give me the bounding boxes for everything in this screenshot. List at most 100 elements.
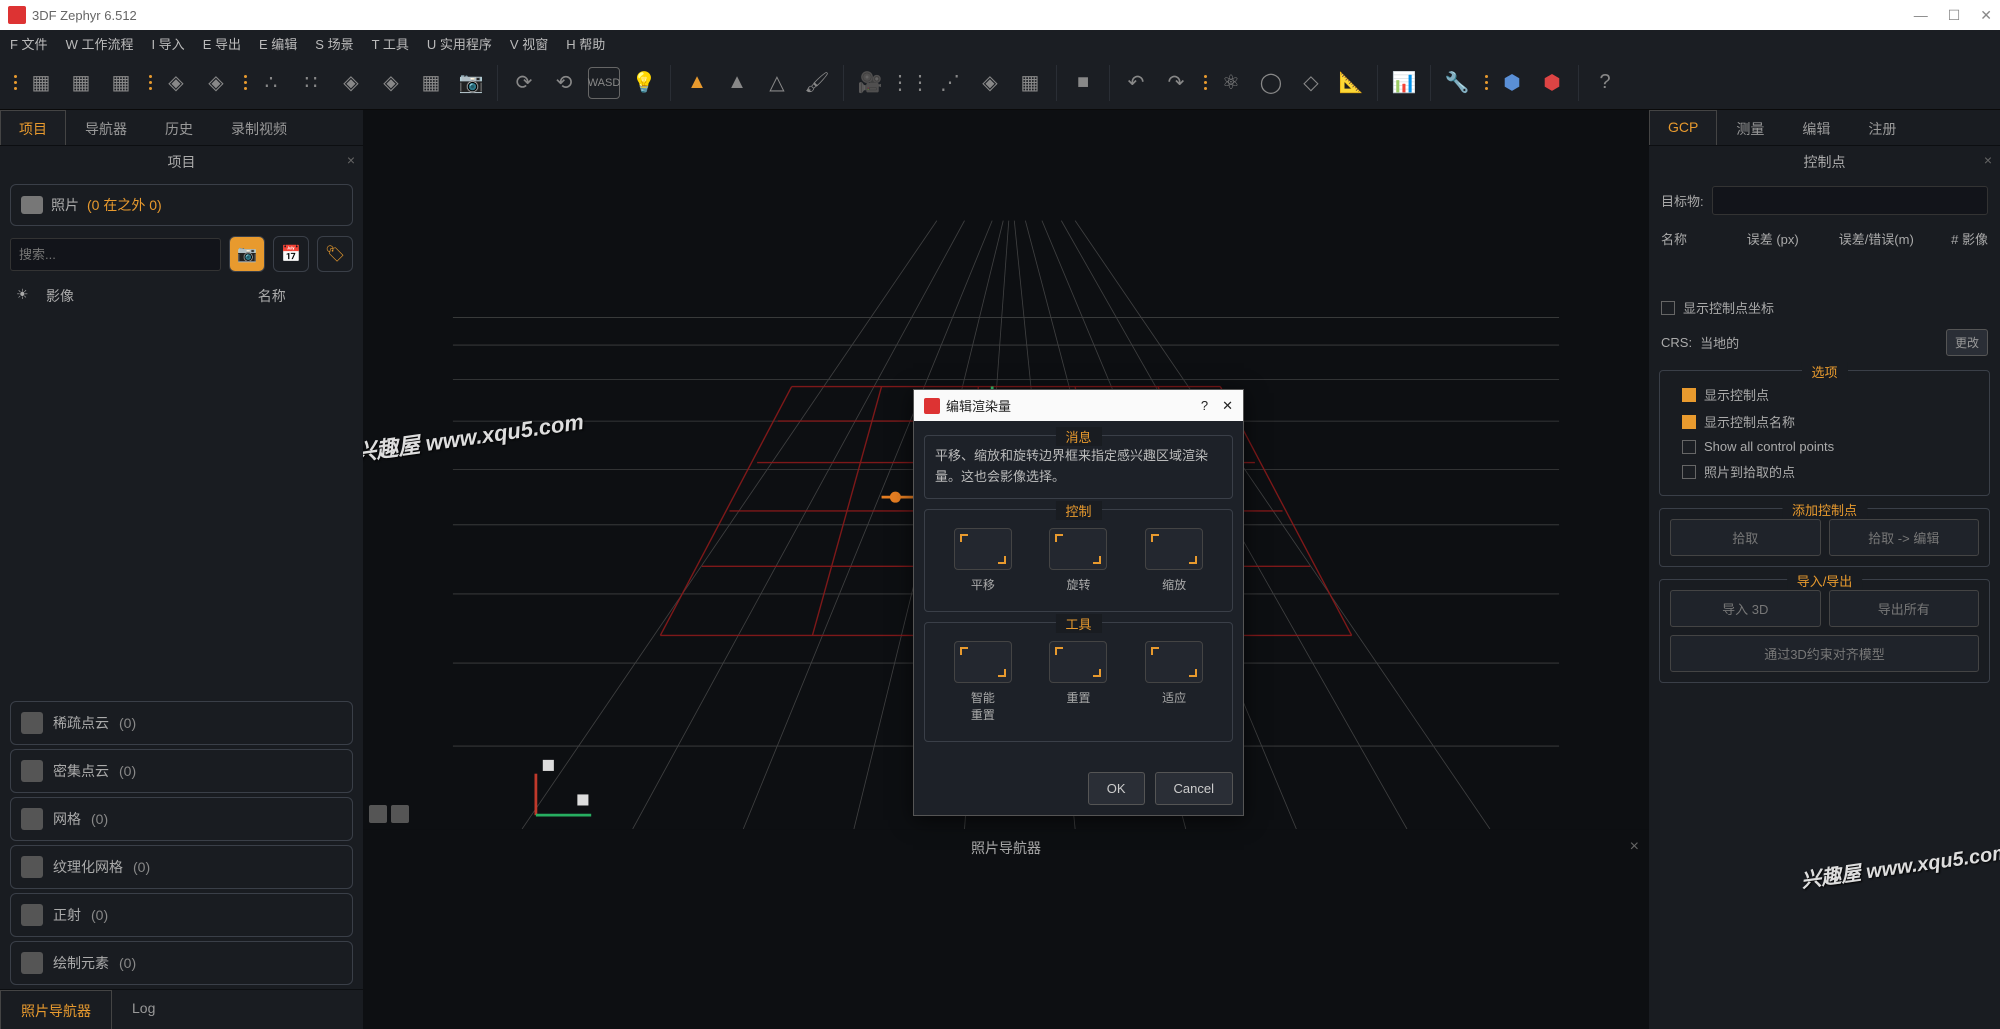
menu-view[interactable]: V 视窗 bbox=[510, 34, 548, 53]
tool-undo-icon[interactable]: ↶ bbox=[1120, 67, 1152, 99]
tool-open-icon[interactable]: ▦ bbox=[65, 67, 97, 99]
tab-measure[interactable]: 测量 bbox=[1717, 110, 1783, 145]
tab-project[interactable]: 项目 bbox=[0, 110, 66, 145]
opt-show-all[interactable]: Show all control points bbox=[1670, 435, 1979, 458]
tool-box1-icon[interactable]: ⬢ bbox=[1496, 67, 1528, 99]
tab-gcp[interactable]: GCP bbox=[1649, 110, 1717, 145]
crs-label: CRS: bbox=[1661, 335, 1692, 350]
close-right-panel-icon[interactable]: × bbox=[1984, 152, 1992, 168]
category-0[interactable]: 稀疏点云 (0) bbox=[10, 701, 353, 745]
category-icon bbox=[21, 760, 43, 782]
tool-wrench-icon[interactable]: 🔧 bbox=[1441, 67, 1473, 99]
export-all-button[interactable]: 导出所有 bbox=[1829, 590, 1980, 627]
search-input[interactable] bbox=[10, 238, 221, 271]
menu-export[interactable]: E 导出 bbox=[203, 34, 241, 53]
category-5[interactable]: 绘制元素 (0) bbox=[10, 941, 353, 985]
smart-reset-button[interactable] bbox=[954, 641, 1012, 683]
menu-help[interactable]: H 帮助 bbox=[566, 34, 605, 53]
tab-register[interactable]: 注册 bbox=[1849, 110, 1915, 145]
rotate-button[interactable] bbox=[1049, 528, 1107, 570]
tool-mesh2-icon[interactable]: ◈ bbox=[375, 67, 407, 99]
tool-save-icon[interactable]: ▦ bbox=[105, 67, 137, 99]
tab-edit[interactable]: 编辑 bbox=[1783, 110, 1849, 145]
tool-sparse-icon[interactable]: ∴ bbox=[255, 67, 287, 99]
tool-redo-icon[interactable]: ↷ bbox=[1160, 67, 1192, 99]
tool-ruler-icon[interactable]: 📐 bbox=[1335, 67, 1367, 99]
translate-button[interactable] bbox=[954, 528, 1012, 570]
tool-chart-icon[interactable]: 📊 bbox=[1388, 67, 1420, 99]
tool-mesh1-icon[interactable]: ◈ bbox=[335, 67, 367, 99]
category-1[interactable]: 密集点云 (0) bbox=[10, 749, 353, 793]
tool-cube3-icon[interactable]: ◈ bbox=[974, 67, 1006, 99]
menu-scene[interactable]: S 场景 bbox=[315, 34, 353, 53]
opt-show-names[interactable]: 显示控制点名称 bbox=[1670, 408, 1979, 435]
calendar-button[interactable]: 📅 bbox=[273, 236, 309, 272]
tab-photo-nav[interactable]: 照片导航器 bbox=[0, 990, 112, 1029]
menu-edit[interactable]: E 编辑 bbox=[259, 34, 297, 53]
menu-tools[interactable]: T 工具 bbox=[372, 34, 409, 53]
tool-wasd-icon[interactable]: WASD bbox=[588, 67, 620, 99]
maximize-button[interactable]: ☐ bbox=[1948, 7, 1961, 24]
tag-button[interactable]: 🏷 bbox=[317, 236, 353, 272]
menu-import[interactable]: I 导入 bbox=[151, 34, 184, 53]
menu-workflow[interactable]: W 工作流程 bbox=[66, 34, 134, 53]
photos-header[interactable]: 照片 (0 在之外 0) bbox=[10, 184, 353, 226]
tool-new-icon[interactable]: ▦ bbox=[25, 67, 57, 99]
tool-reload-icon[interactable]: ⟲ bbox=[548, 67, 580, 99]
tool-cube4-icon[interactable]: ▦ bbox=[1014, 67, 1046, 99]
category-2[interactable]: 网格 (0) bbox=[10, 797, 353, 841]
dialog-ok-button[interactable]: OK bbox=[1088, 772, 1145, 805]
tool-cam2-icon[interactable]: 🎥 bbox=[854, 67, 886, 99]
tool-box2-icon[interactable]: ⬢ bbox=[1536, 67, 1568, 99]
pick-button[interactable]: 拾取 bbox=[1670, 519, 1821, 556]
tool-tri3-icon[interactable]: △ bbox=[761, 67, 793, 99]
menu-utilities[interactable]: U 实用程序 bbox=[427, 34, 492, 53]
tool-camera-icon[interactable]: 📷 bbox=[455, 67, 487, 99]
crs-change-button[interactable]: 更改 bbox=[1946, 329, 1988, 356]
scale-button[interactable] bbox=[1145, 528, 1203, 570]
viewport-toggle-2[interactable] bbox=[391, 805, 409, 823]
tool-tri2-icon[interactable]: ▲ bbox=[721, 67, 753, 99]
minimize-button[interactable]: — bbox=[1914, 7, 1928, 24]
tool-refresh-icon[interactable]: ⟳ bbox=[508, 67, 540, 99]
close-nav-icon[interactable]: × bbox=[1630, 838, 1639, 856]
tool-brush-icon[interactable]: 🖌 bbox=[801, 67, 833, 99]
tool-pts2-icon[interactable]: ⋰ bbox=[934, 67, 966, 99]
tool-tex-icon[interactable]: ▦ bbox=[415, 67, 447, 99]
tool-dense-icon[interactable]: ∷ bbox=[295, 67, 327, 99]
fit-button[interactable] bbox=[1145, 641, 1203, 683]
tool-orbit-icon[interactable]: ⚛ bbox=[1215, 67, 1247, 99]
menu-file[interactable]: F 文件 bbox=[10, 34, 48, 53]
dialog-help-button[interactable]: ? bbox=[1201, 398, 1208, 413]
opt-show-cp[interactable]: 显示控制点 bbox=[1670, 381, 1979, 408]
tab-log[interactable]: Log bbox=[112, 990, 175, 1029]
category-4[interactable]: 正射 (0) bbox=[10, 893, 353, 937]
reset-button[interactable] bbox=[1049, 641, 1107, 683]
tool-stop-icon[interactable]: ■ bbox=[1067, 67, 1099, 99]
tool-light-icon[interactable]: 💡 bbox=[628, 67, 660, 99]
category-3[interactable]: 纹理化网格 (0) bbox=[10, 845, 353, 889]
close-panel-icon[interactable]: × bbox=[347, 152, 355, 168]
tab-navigator[interactable]: 导航器 bbox=[66, 110, 146, 145]
show-coords-checkbox[interactable]: 显示控制点坐标 bbox=[1649, 294, 2000, 321]
align-3d-button[interactable]: 通过3D约束对齐模型 bbox=[1670, 635, 1979, 672]
tool-help-icon[interactable]: ? bbox=[1589, 67, 1621, 99]
close-button[interactable]: ✕ bbox=[1980, 7, 1992, 24]
dialog-close-button[interactable]: ✕ bbox=[1222, 398, 1233, 414]
edit-render-volume-dialog: 编辑渲染量 ? ✕ 消息 平移、缩放和旋转边界框来指定感兴趣区域渲染量。这也会影… bbox=[913, 389, 1244, 816]
tool-cube2-icon[interactable]: ◈ bbox=[200, 67, 232, 99]
tool-tri1-icon[interactable]: ▲ bbox=[681, 67, 713, 99]
tool-pts1-icon[interactable]: ⋮⋮ bbox=[894, 67, 926, 99]
viewport-toggle-1[interactable] bbox=[369, 805, 387, 823]
dialog-cancel-button[interactable]: Cancel bbox=[1155, 772, 1233, 805]
tab-history[interactable]: 历史 bbox=[146, 110, 212, 145]
pick-edit-button[interactable]: 拾取 -> 编辑 bbox=[1829, 519, 1980, 556]
tool-measure-icon[interactable]: ◇ bbox=[1295, 67, 1327, 99]
target-input[interactable] bbox=[1712, 186, 1988, 215]
import-3d-button[interactable]: 导入 3D bbox=[1670, 590, 1821, 627]
tool-rotate-icon[interactable]: ◯ bbox=[1255, 67, 1287, 99]
tab-record[interactable]: 录制视频 bbox=[212, 110, 306, 145]
camera-filter-button[interactable]: 📷 bbox=[229, 236, 265, 272]
opt-photo-pick[interactable]: 照片到拾取的点 bbox=[1670, 458, 1979, 485]
tool-cube1-icon[interactable]: ◈ bbox=[160, 67, 192, 99]
